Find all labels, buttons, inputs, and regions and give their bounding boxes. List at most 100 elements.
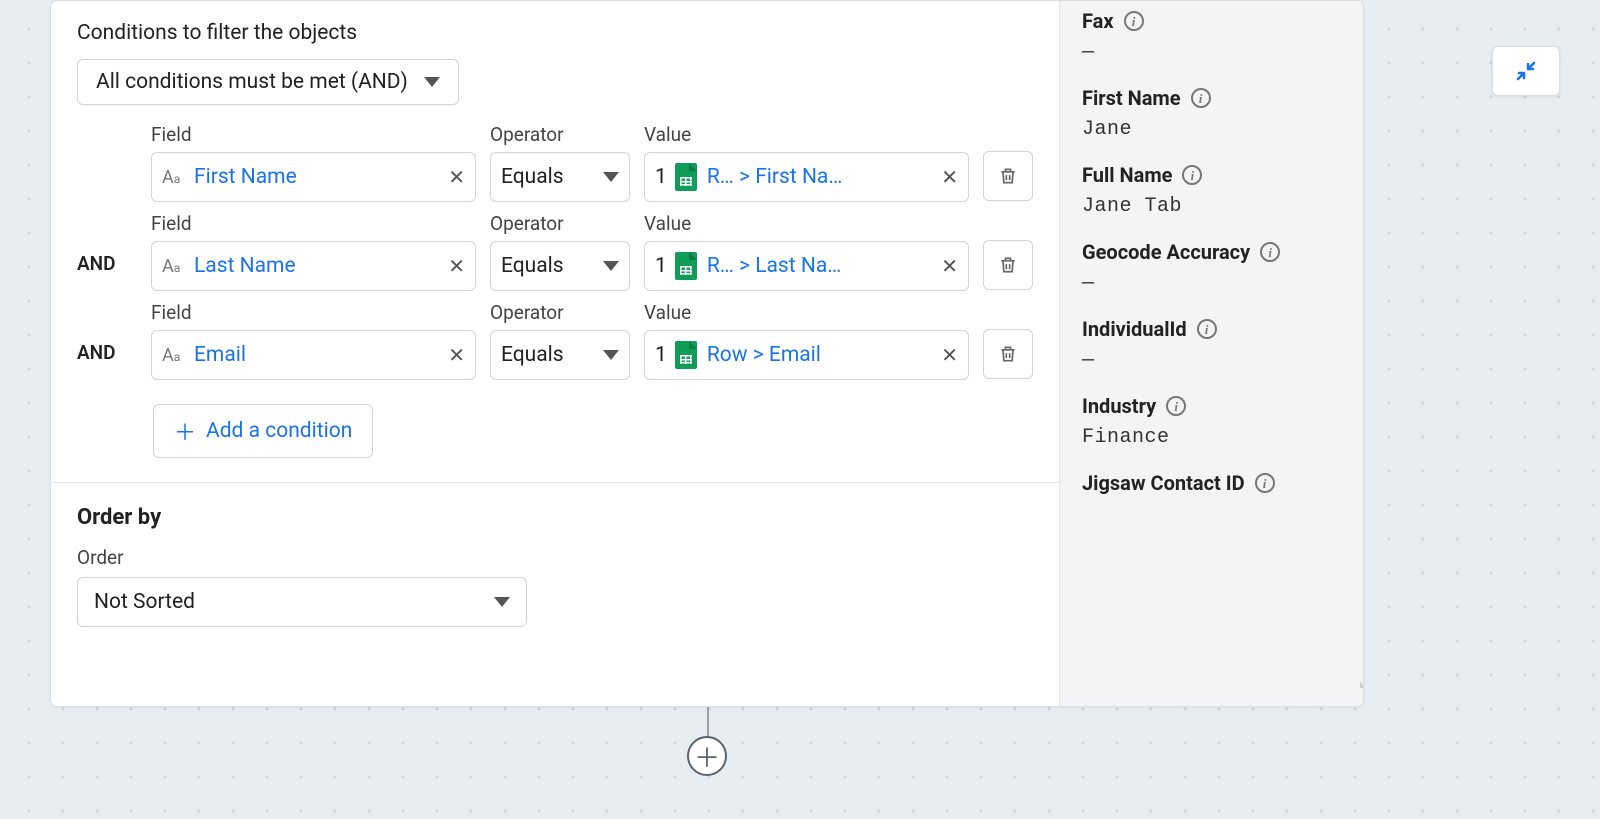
chevron-down-icon xyxy=(603,261,619,271)
info-icon[interactable]: i xyxy=(1255,473,1275,493)
operator-select[interactable]: Equals xyxy=(490,152,630,202)
property-label: Fax xyxy=(1082,9,1114,33)
field-name: Last Name xyxy=(194,254,296,278)
field-input[interactable]: Aa Last Name ✕ xyxy=(151,241,476,291)
condition-row: AND Field Aa Last Name ✕ Operator Equals xyxy=(77,212,1033,291)
property-row: IndividualId i — xyxy=(1082,317,1364,372)
expand-panel-icon[interactable]: ⤢ xyxy=(1359,668,1364,692)
side-panel: Faxi — First Namei Jane Full Namei Jane … xyxy=(1059,1,1364,706)
value-step-index: 1 xyxy=(655,343,667,367)
add-condition-button[interactable]: ＋ Add a condition xyxy=(153,404,373,458)
info-icon[interactable]: i xyxy=(1191,88,1211,108)
and-conjunction: AND xyxy=(77,317,137,364)
clear-value-icon[interactable]: ✕ xyxy=(941,165,958,189)
condition-row: AND Field Aa Email ✕ Operator Equals xyxy=(77,301,1033,380)
info-icon[interactable]: i xyxy=(1260,242,1280,262)
order-by-heading: Order by xyxy=(77,505,1033,530)
property-label: Jigsaw Contact ID xyxy=(1082,471,1245,495)
field-label: Field xyxy=(151,212,476,235)
info-icon[interactable]: i xyxy=(1124,11,1144,31)
property-value: Jane xyxy=(1082,118,1364,141)
field-input[interactable]: Aa First Name ✕ xyxy=(151,152,476,202)
field-name: Email xyxy=(194,343,246,367)
add-condition-label: Add a condition xyxy=(206,419,352,443)
info-icon[interactable]: i xyxy=(1197,319,1217,339)
property-label: Geocode Accuracy xyxy=(1082,240,1250,264)
property-value: Jane Tab xyxy=(1082,195,1364,218)
operator-select[interactable]: Equals xyxy=(490,241,630,291)
property-row: Full Name i Jane Tab xyxy=(1082,163,1364,218)
value-input[interactable]: 1 R… > First Na… ✕ xyxy=(644,152,969,202)
value-label: Value xyxy=(644,212,969,235)
clear-field-icon[interactable]: ✕ xyxy=(448,254,465,278)
property-label: Industry xyxy=(1082,394,1156,418)
order-label: Order xyxy=(77,546,1033,569)
operator-label: Operator xyxy=(490,301,630,324)
conditions-mode-select[interactable]: All conditions must be met (AND) xyxy=(77,59,459,105)
operator-label: Operator xyxy=(490,212,630,235)
google-sheets-icon xyxy=(675,341,697,369)
trash-icon xyxy=(998,343,1018,365)
property-value: Finance xyxy=(1082,426,1364,449)
collapse-icon xyxy=(1514,59,1538,83)
text-type-icon: Aa xyxy=(162,256,186,277)
value-path: R… > First Na… xyxy=(707,165,843,189)
trash-icon xyxy=(998,254,1018,276)
text-type-icon: Aa xyxy=(162,345,186,366)
clear-value-icon[interactable]: ✕ xyxy=(941,343,958,367)
property-value: — xyxy=(1082,41,1364,64)
field-name: First Name xyxy=(194,165,297,189)
condition-row: Field Aa First Name ✕ Operator Equals V xyxy=(77,123,1033,202)
property-row: First Name i Jane xyxy=(1082,86,1364,141)
info-icon[interactable]: i xyxy=(1182,165,1202,185)
order-select[interactable]: Not Sorted xyxy=(77,577,527,627)
operator-value: Equals xyxy=(501,343,564,367)
order-by-section: Order by Order Not Sorted xyxy=(51,483,1059,657)
google-sheets-icon xyxy=(675,252,697,280)
clear-field-icon[interactable]: ✕ xyxy=(448,343,465,367)
delete-condition-button[interactable] xyxy=(983,329,1033,379)
chevron-down-icon xyxy=(603,350,619,360)
value-step-index: 1 xyxy=(655,254,667,278)
clear-value-icon[interactable]: ✕ xyxy=(941,254,958,278)
add-step-node[interactable]: ＋ xyxy=(687,736,727,776)
operator-label: Operator xyxy=(490,123,630,146)
order-value: Not Sorted xyxy=(94,590,195,614)
conditions-rows: Field Aa First Name ✕ Operator Equals V xyxy=(51,105,1059,458)
chevron-down-icon xyxy=(494,597,510,607)
value-step-index: 1 xyxy=(655,165,667,189)
and-conjunction: AND xyxy=(77,228,137,275)
property-row: Geocode Accuracy i — xyxy=(1082,240,1364,295)
plus-icon: ＋ xyxy=(174,415,196,447)
clear-field-icon[interactable]: ✕ xyxy=(448,165,465,189)
filter-card: Conditions to filter the objects All con… xyxy=(50,0,1364,707)
value-input[interactable]: 1 Row > Email ✕ xyxy=(644,330,969,380)
value-path: Row > Email xyxy=(707,343,821,367)
field-input[interactable]: Aa Email ✕ xyxy=(151,330,476,380)
property-label: First Name xyxy=(1082,86,1181,110)
chevron-down-icon xyxy=(603,172,619,182)
operator-value: Equals xyxy=(501,165,564,189)
property-label: IndividualId xyxy=(1082,317,1187,341)
text-type-icon: Aa xyxy=(162,167,186,188)
delete-condition-button[interactable] xyxy=(983,151,1033,201)
value-path: R… > Last Na… xyxy=(707,254,842,278)
value-input[interactable]: 1 R… > Last Na… ✕ xyxy=(644,241,969,291)
property-label: Full Name xyxy=(1082,163,1172,187)
delete-condition-button[interactable] xyxy=(983,240,1033,290)
google-sheets-icon xyxy=(675,163,697,191)
value-label: Value xyxy=(644,301,969,324)
info-icon[interactable]: i xyxy=(1166,396,1186,416)
operator-value: Equals xyxy=(501,254,564,278)
field-label: Field xyxy=(151,301,476,324)
conditions-mode-value: All conditions must be met (AND) xyxy=(96,70,408,94)
trash-icon xyxy=(998,165,1018,187)
field-label: Field xyxy=(151,123,476,146)
chevron-down-icon xyxy=(424,77,440,87)
property-row: Faxi — xyxy=(1082,9,1364,64)
operator-select[interactable]: Equals xyxy=(490,330,630,380)
property-value: — xyxy=(1082,272,1364,295)
property-value: — xyxy=(1082,349,1364,372)
property-row: Jigsaw Contact ID i xyxy=(1082,471,1364,495)
collapse-panel-button[interactable] xyxy=(1492,46,1560,96)
